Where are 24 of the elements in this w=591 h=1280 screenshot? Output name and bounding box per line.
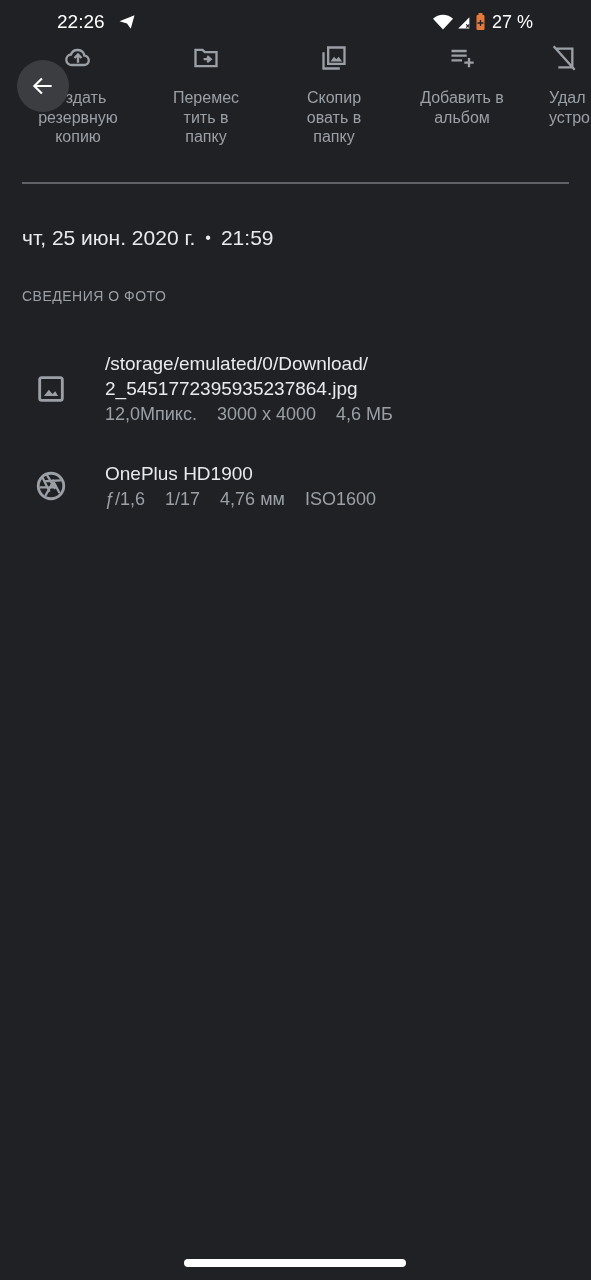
detail-value: 12,0Мпикс. xyxy=(105,402,197,426)
detail-value: ƒ/1,6 xyxy=(105,487,146,511)
photo-date: чт, 25 июн. 2020 г. xyxy=(22,225,196,251)
clock: 22:26 xyxy=(57,9,105,34)
aperture-icon xyxy=(34,469,68,503)
action-button[interactable]: Скопир овать в папку xyxy=(270,44,398,164)
battery-level: 27 % xyxy=(491,10,533,34)
detail-title: /storage/emulated/0/Download/ 2_5451772395935237864.jpg xyxy=(105,351,369,401)
photo-library-icon xyxy=(320,44,348,72)
wifi-icon xyxy=(432,14,453,30)
action-button[interactable]: здать резервную копию xyxy=(14,44,142,164)
detail-title: OnePlus HD1900 xyxy=(105,461,254,486)
separator-dot: • xyxy=(205,227,211,248)
detail-value: 3000 x 4000 xyxy=(216,402,316,426)
section-title: СВЕДЕНИЯ О ФОТО xyxy=(21,286,168,306)
photo-time: 21:59 xyxy=(220,225,274,251)
detail-value: 1/17 xyxy=(165,487,201,511)
detail-value: 4,76 мм xyxy=(220,487,285,511)
detail-value: ISO1600 xyxy=(304,487,376,511)
action-button[interactable]: Добавить в альбом xyxy=(398,44,526,164)
battery-icon xyxy=(474,13,486,31)
detail-value: 4,6 МБ xyxy=(336,402,393,426)
action-button[interactable]: Удал устро xyxy=(526,44,591,164)
action-button[interactable]: Перемес тить в папку xyxy=(142,44,270,164)
